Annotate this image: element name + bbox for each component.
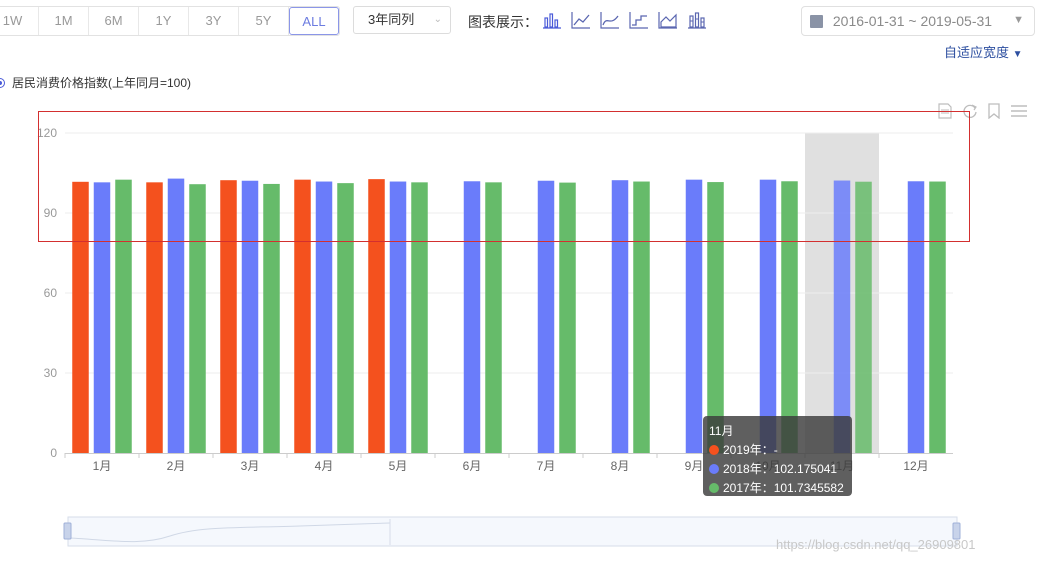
bar-2018年-7月	[537, 180, 555, 453]
bar-2017年-1月	[115, 179, 132, 453]
tooltip-row-2018: 2018年：102.175041	[709, 460, 846, 479]
bar-2018年-6月	[463, 181, 481, 453]
tooltip-value-2018: 2018年：102.175041	[723, 462, 838, 476]
y-tick-label: 60	[44, 286, 58, 300]
y-tick-label: 0	[50, 446, 57, 460]
y-tick-label: 120	[37, 126, 57, 140]
bar-2019年-5月	[368, 179, 385, 453]
bar-2018年-8月	[611, 180, 629, 453]
bar-2018年-9月	[685, 179, 703, 453]
x-tick-label: 9月	[685, 459, 704, 473]
tooltip-value-2017: 2017年：101.7345582	[723, 481, 844, 495]
y-tick-label: 90	[44, 206, 58, 220]
bar-2017年-10月	[781, 181, 798, 453]
bar-2018年-11月	[833, 180, 851, 454]
tooltip-row-2017: 2017年：101.7345582	[709, 479, 846, 498]
x-tick-label: 4月	[315, 459, 334, 473]
tooltip-value-2019: 2019年：-	[723, 443, 778, 457]
x-tick-label: 1月	[93, 459, 112, 473]
bar-2018年-2月	[167, 178, 185, 453]
bar-2019年-3月	[220, 180, 237, 453]
x-tick-label: 7月	[537, 459, 556, 473]
bar-chart: 03060901201月2月3月4月5月6月7月8月9月10月11月12月	[37, 111, 970, 547]
bar-2017年-3月	[263, 183, 280, 453]
bar-2018年-1月	[93, 182, 111, 454]
series-dot-2019	[709, 445, 719, 455]
bar-2019年-4月	[294, 179, 311, 453]
bar-2018年-4月	[315, 181, 333, 454]
bar-2017年-8月	[633, 181, 650, 454]
bar-2017年-7月	[559, 182, 576, 453]
x-tick-label: 5月	[389, 459, 408, 473]
bar-2017年-9月	[707, 182, 724, 454]
bar-2017年-12月	[929, 181, 946, 454]
bar-2019年-2月	[146, 182, 163, 454]
y-tick-label: 30	[44, 366, 58, 380]
bar-2018年-5月	[389, 181, 407, 454]
series-dot-2017	[709, 483, 719, 493]
chart-tooltip: 11月 2019年：- 2018年：102.175041 2017年：101.7…	[703, 416, 852, 496]
bar-2017年-4月	[337, 183, 354, 453]
x-tick-label: 8月	[611, 459, 630, 473]
series-dot-2018	[709, 464, 719, 474]
bar-2017年-11月	[855, 181, 872, 454]
bar-2017年-2月	[189, 184, 206, 453]
bar-2018年-3月	[241, 180, 259, 453]
x-tick-label: 2月	[167, 459, 186, 473]
bar-2018年-10月	[759, 179, 777, 453]
zoom-handle-left	[63, 522, 72, 540]
tooltip-title: 11月	[709, 424, 734, 438]
bar-2017年-5月	[411, 182, 428, 454]
x-tick-label: 12月	[903, 459, 928, 473]
x-tick-label: 3月	[241, 459, 260, 473]
tooltip-row-2019: 2019年：-	[709, 441, 846, 460]
bar-2019年-1月	[72, 181, 89, 454]
watermark: https://blog.csdn.net/qq_26909801	[776, 537, 976, 552]
x-tick-label: 6月	[463, 459, 482, 473]
bar-2018年-12月	[907, 181, 925, 453]
bar-2017年-6月	[485, 182, 502, 454]
